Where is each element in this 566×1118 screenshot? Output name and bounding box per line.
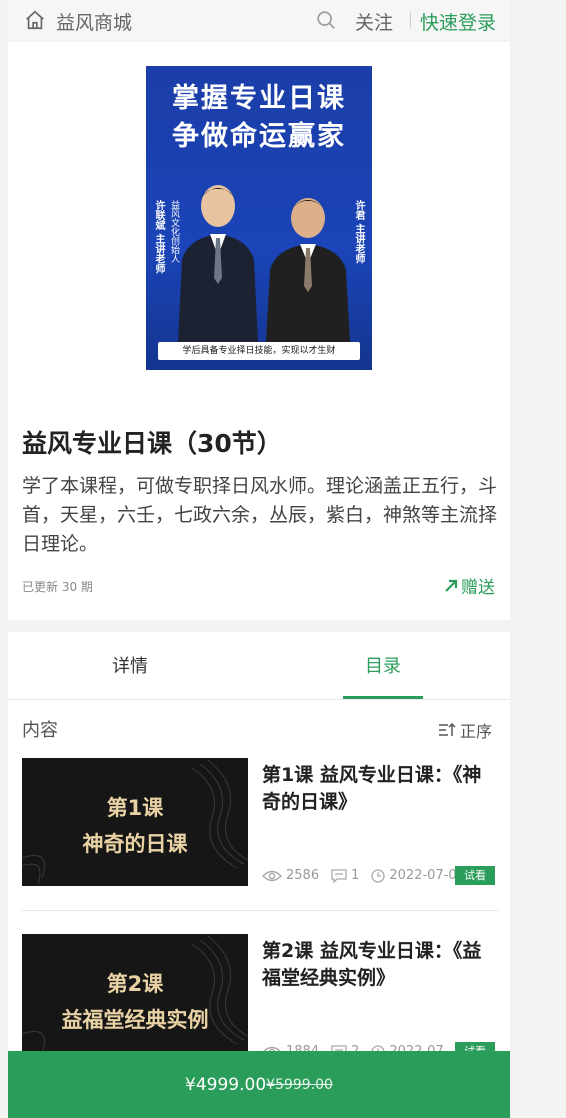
thumb-lesson-name: 益福堂经典实例 xyxy=(61,1008,209,1032)
lesson-title[interactable]: 第2课 益风专业日课：《益福堂经典实例》 xyxy=(262,938,498,992)
poster-title-line1: 掌握专业日课 xyxy=(172,83,346,114)
poster-tagline: 学后具备专业择日技能，实现以才生财 xyxy=(158,342,360,360)
wave-decoration xyxy=(22,935,248,1055)
lesson-divider xyxy=(22,910,498,911)
clock-icon xyxy=(371,868,386,883)
current-price: ¥4999.00 xyxy=(185,1074,267,1095)
top-bar: 益风商城 关注 快速登录 xyxy=(8,0,510,40)
thumb-lesson-number: 第1课 xyxy=(106,796,164,820)
home-icon[interactable] xyxy=(24,9,46,31)
tab-divider xyxy=(8,699,510,700)
update-count: 已更新 30 期 xyxy=(22,580,93,594)
lesson-thumbnail[interactable]: 第1课 神奇的日课 xyxy=(22,758,248,886)
eye-icon xyxy=(262,870,282,881)
buy-bar[interactable]: ¥4999.00 ¥5999.00 xyxy=(8,1051,510,1118)
sort-icon xyxy=(439,722,456,736)
poster-left-org: 益风文化创始人 xyxy=(169,200,179,263)
phone-frame: 益风商城 关注 快速登录 掌握专业日课 争做命运赢家 许联斌 主讲老师 益风文化… xyxy=(8,0,510,1118)
publish-date: 2022-07-0 xyxy=(389,868,457,883)
course-title: 益风专业日课（30节） xyxy=(22,429,282,458)
quick-login-button[interactable]: 快速登录 xyxy=(420,8,496,35)
arrow-up-right-icon xyxy=(445,579,458,592)
lesson-item[interactable]: 第1课 神奇的日课 第1课 益风专业日课：《神奇的日课》 2586 1 2022… xyxy=(22,758,498,888)
lesson-title[interactable]: 第1课 益风专业日课：《神奇的日课》 xyxy=(262,762,498,816)
course-poster[interactable]: 掌握专业日课 争做命运赢家 许联斌 主讲老师 益风文化创始人 许君 主讲老师 学… xyxy=(146,66,372,370)
sort-label: 正序 xyxy=(460,722,493,741)
content-label: 内容 xyxy=(22,720,58,741)
tab-catalog[interactable]: 目录 xyxy=(365,652,401,678)
original-price: ¥5999.00 xyxy=(266,1076,333,1093)
comment-count: 1 xyxy=(351,868,360,883)
comment-icon xyxy=(331,868,347,883)
sort-button[interactable]: 正序 xyxy=(438,718,492,742)
course-description: 学了本课程，可做专职择日风水师。理论涵盖正五行，斗首，天星，六壬，七政六余，丛辰… xyxy=(22,475,498,555)
gift-button[interactable]: 赠送 xyxy=(444,573,495,598)
view-count: 2586 xyxy=(286,868,320,883)
header-divider xyxy=(410,12,411,28)
catalog-card: 详情 目录 内容 正序 第1课 神奇的日课 第1课 益风专业日课：《神奇的日课》… xyxy=(8,632,510,1118)
gift-label: 赠送 xyxy=(461,578,495,598)
shop-name[interactable]: 益风商城 xyxy=(56,8,132,35)
thumb-lesson-number: 第2课 xyxy=(106,972,164,996)
poster-left-teacher: 许联斌 主讲老师 xyxy=(153,200,164,274)
lesson-item[interactable]: 第2课 益福堂经典实例 第2课 益风专业日课：《益福堂经典实例》 1884 2 … xyxy=(22,934,498,1064)
search-icon[interactable] xyxy=(315,9,337,31)
poster-right-teacher: 许君 主讲老师 xyxy=(353,200,364,264)
trial-badge[interactable]: 试看 xyxy=(455,866,495,885)
follow-button[interactable]: 关注 xyxy=(355,8,393,35)
poster-person-right xyxy=(266,198,350,342)
course-card: 掌握专业日课 争做命运赢家 许联斌 主讲老师 益风文化创始人 许君 主讲老师 学… xyxy=(8,42,510,620)
poster-person-left xyxy=(178,185,258,342)
thumb-lesson-name: 神奇的日课 xyxy=(82,832,188,856)
wave-decoration xyxy=(22,759,248,885)
lesson-thumbnail[interactable]: 第2课 益福堂经典实例 xyxy=(22,934,248,1062)
lesson-stats: 2586 1 2022-07-0 xyxy=(262,868,457,883)
poster-title-line2: 争做命运赢家 xyxy=(172,121,346,152)
tab-detail[interactable]: 详情 xyxy=(112,652,148,678)
